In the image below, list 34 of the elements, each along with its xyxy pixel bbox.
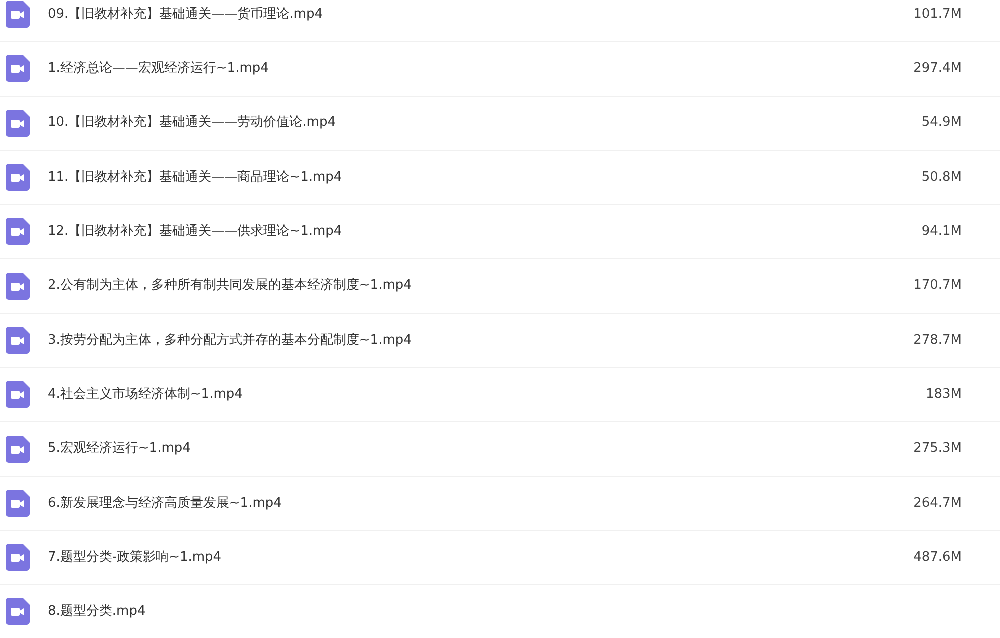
file-size: 183M <box>926 386 962 404</box>
file-name[interactable]: 5.宏观经济运行~1.mp4 <box>48 439 191 459</box>
file-size: 278.7M <box>914 332 962 350</box>
video-file-icon <box>6 218 30 246</box>
file-size: 101.7M <box>914 6 962 24</box>
file-name[interactable]: 2.公有制为主体，多种所有制共同发展的基本经济制度~1.mp4 <box>48 276 412 296</box>
file-name[interactable]: 12.【旧教材补充】基础通关——供求理论~1.mp4 <box>48 222 342 242</box>
file-name[interactable]: 7.题型分类-政策影响~1.mp4 <box>48 548 222 568</box>
video-file-icon <box>6 272 30 300</box>
file-name[interactable]: 3.按劳分配为主体，多种分配方式并存的基本分配制度~1.mp4 <box>48 330 412 350</box>
file-name[interactable]: 8.题型分类.mp4 <box>48 602 146 622</box>
file-size: 54.9M <box>922 114 962 132</box>
file-size: 94.1M <box>922 223 962 242</box>
file-size: 50.8M <box>922 168 962 187</box>
video-file-icon <box>6 436 30 463</box>
file-size: 487.6M <box>914 548 962 567</box>
file-size: 297.4M <box>914 60 962 78</box>
file-name[interactable]: 1.经济总论——宏观经济运行~1.mp4 <box>48 59 269 79</box>
video-file-icon <box>6 381 30 408</box>
file-name[interactable]: 10.【旧教材补充】基础通关——劳动价值论.mp4 <box>48 113 336 133</box>
file-size: 264.7M <box>914 494 962 513</box>
file-size: 170.7M <box>914 277 962 296</box>
video-file-icon <box>6 598 30 626</box>
video-file-icon <box>6 544 30 572</box>
file-name[interactable]: 4.社会主义市场经济体制~1.mp4 <box>48 384 243 404</box>
video-file-icon <box>6 164 30 192</box>
file-name[interactable]: 6.新发展理念与经济高质量发展~1.mp4 <box>48 494 282 514</box>
video-file-icon <box>6 110 30 137</box>
file-size: 275.3M <box>914 440 962 458</box>
video-file-icon <box>6 55 30 82</box>
video-file-icon <box>6 326 30 354</box>
file-name[interactable]: 09.【旧教材补充】基础通关——货币理论.mp4 <box>48 4 323 24</box>
video-file-icon <box>6 490 30 517</box>
file-name[interactable]: 11.【旧教材补充】基础通关——商品理论~1.mp4 <box>48 168 342 188</box>
